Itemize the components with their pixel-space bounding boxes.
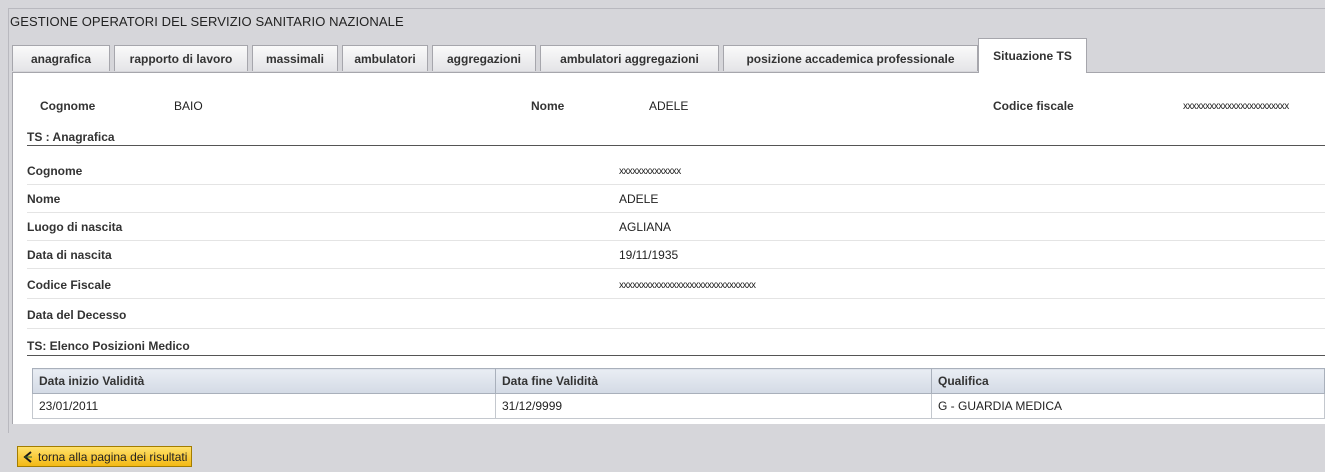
row-separator — [27, 328, 1325, 329]
anagrafica-cf-label: Codice Fiscale — [27, 278, 112, 292]
column-header-data-fine[interactable]: Data fine Validità — [495, 368, 932, 394]
tab-posizione-accademica-professionale[interactable]: posizione accademica professionale — [723, 45, 978, 71]
cell-data-inizio: 23/01/2011 — [32, 393, 496, 419]
tab-massimali[interactable]: massimali — [252, 45, 338, 71]
header-cf-value: xxxxxxxxxxxxxxxxxxxxxxxx — [1183, 101, 1289, 112]
header-cf-label: Codice fiscale — [993, 99, 1074, 113]
tab-situazione-ts[interactable]: Situazione TS — [978, 38, 1087, 73]
tab-ambulatori-aggregazioni[interactable]: ambulatori aggregazioni — [540, 45, 719, 71]
anagrafica-decesso-label: Data del Decesso — [27, 308, 127, 322]
anagrafica-cf-value: xxxxxxxxxxxxxxxxxxxxxxxxxxxxxxx — [619, 280, 756, 291]
back-to-results-button[interactable]: torna alla pagina dei risultati — [17, 446, 192, 467]
posizioni-table: Data inizio Validità Data fine Validità … — [32, 368, 1325, 419]
anagrafica-section-title: TS : Anagrafica — [27, 130, 115, 144]
tab-rapporto-di-lavoro[interactable]: rapporto di lavoro — [114, 45, 248, 71]
row-separator — [27, 240, 1325, 241]
anagrafica-luogo-value: AGLIANA — [619, 220, 672, 234]
tab-bar: anagrafica rapporto di lavoro massimali … — [12, 38, 1325, 73]
posizioni-section-title: TS: Elenco Posizioni Medico — [27, 339, 190, 353]
row-separator — [27, 212, 1325, 213]
chevron-left-icon — [23, 450, 32, 463]
anagrafica-cognome-value: xxxxxxxxxxxxxx — [619, 166, 681, 177]
header-cognome-value: BAIO — [174, 99, 203, 113]
header-nome-label: Nome — [531, 99, 565, 113]
tab-ambulatori[interactable]: ambulatori — [342, 45, 428, 71]
anagrafica-nome-value: ADELE — [619, 192, 659, 206]
cell-qualifica: G - GUARDIA MEDICA — [931, 393, 1325, 419]
section-divider — [27, 145, 1325, 146]
anagrafica-data-nascita-value: 19/11/1935 — [619, 248, 679, 262]
row-separator — [27, 268, 1325, 269]
header-cognome-label: Cognome — [40, 99, 96, 113]
cell-data-fine: 31/12/9999 — [495, 393, 932, 419]
section-divider — [27, 355, 1325, 356]
anagrafica-cognome-label: Cognome — [27, 164, 83, 178]
app-title: GESTIONE OPERATORI DEL SERVIZIO SANITARI… — [10, 14, 404, 29]
tab-anagrafica[interactable]: anagrafica — [12, 45, 110, 71]
row-separator — [27, 184, 1325, 185]
back-to-results-label: torna alla pagina dei risultati — [38, 449, 188, 464]
column-header-data-inizio[interactable]: Data inizio Validità — [32, 368, 496, 394]
header-nome-value: ADELE — [649, 99, 689, 113]
anagrafica-nome-label: Nome — [27, 192, 61, 206]
anagrafica-luogo-label: Luogo di nascita — [27, 220, 123, 234]
table-row[interactable]: 23/01/2011 31/12/9999 G - GUARDIA MEDICA — [32, 393, 1325, 419]
row-separator — [27, 298, 1325, 299]
tab-aggregazioni[interactable]: aggregazioni — [432, 45, 536, 71]
table-header-row: Data inizio Validità Data fine Validità … — [32, 368, 1325, 394]
anagrafica-data-nascita-label: Data di nascita — [27, 248, 112, 262]
column-header-qualifica[interactable]: Qualifica — [931, 368, 1325, 394]
